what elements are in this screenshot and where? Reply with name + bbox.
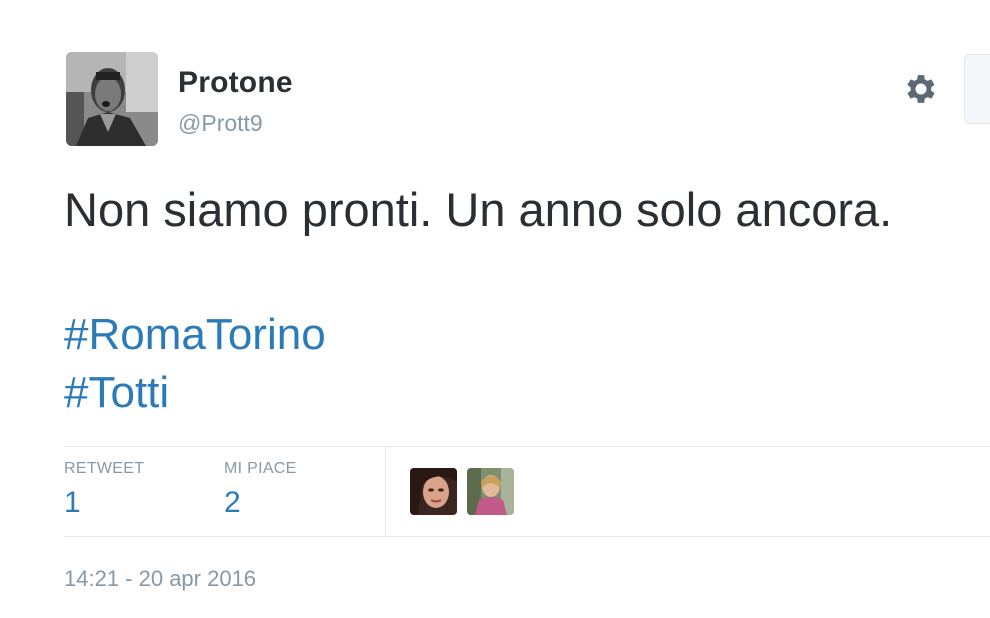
follow-button[interactable] — [964, 54, 990, 124]
retweet-label: RETWEET — [64, 460, 145, 477]
likes-stat[interactable]: MI PIACE 2 — [224, 460, 297, 520]
retweet-count[interactable]: 1 — [64, 486, 144, 520]
tweet-text: Non siamo pronti. Un anno solo ancora. — [64, 183, 893, 236]
likes-count[interactable]: 2 — [224, 486, 297, 520]
author-avatar[interactable] — [66, 52, 158, 146]
tweet-hashtags: #RomaTorino #Totti — [64, 306, 326, 422]
tweet-timestamp[interactable]: 14:21 - 20 apr 2016 — [64, 566, 256, 592]
author-screen-name[interactable]: @Prott9 — [178, 110, 263, 137]
divider — [64, 446, 990, 447]
likers-list — [410, 468, 514, 515]
gear-icon[interactable] — [902, 70, 940, 108]
profile-photo-icon — [66, 52, 158, 146]
hashtag-link[interactable]: #RomaTorino — [64, 306, 326, 364]
liker-avatar-2-icon[interactable] — [467, 468, 514, 515]
likes-label: MI PIACE — [224, 460, 297, 477]
hashtag-link[interactable]: #Totti — [64, 364, 326, 422]
tweet-card: Protone @Prott9 Non siamo pronti. Un ann… — [0, 0, 990, 618]
liker-avatar-1-icon[interactable] — [410, 468, 457, 515]
author-display-name[interactable]: Protone — [178, 66, 293, 100]
divider — [64, 536, 990, 537]
stats-separator — [385, 447, 386, 536]
retweet-stat[interactable]: RETWEET 1 — [64, 460, 144, 520]
